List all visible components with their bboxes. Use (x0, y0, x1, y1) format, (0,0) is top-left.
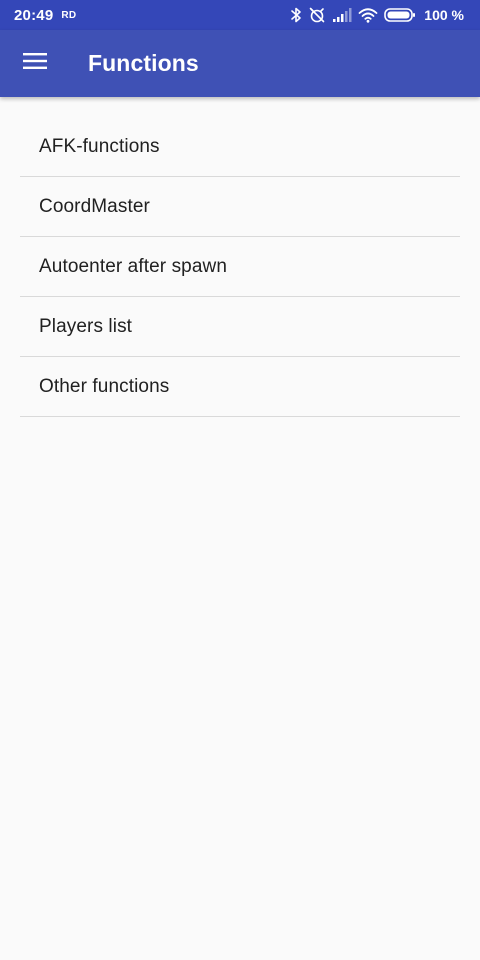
list-item-afk-functions[interactable]: AFK-functions (20, 117, 460, 177)
list-item-players-list[interactable]: Players list (20, 297, 460, 357)
status-time: 20:49 (14, 6, 54, 24)
status-badge: RD (61, 10, 77, 21)
signal-icon (332, 8, 352, 22)
list-item-coordmaster[interactable]: CoordMaster (20, 177, 460, 237)
battery-percent: 100 % (424, 7, 464, 23)
app-bar: Functions (0, 30, 480, 97)
list-item-label: Autoenter after spawn (39, 255, 227, 277)
status-bar: 20:49 RD 100 % (0, 0, 480, 30)
alarm-off-icon (308, 6, 326, 24)
app-screen: 20:49 RD 100 % Functions AFK-functions C… (0, 0, 480, 960)
status-left: 20:49 RD (14, 7, 76, 24)
list-item-label: CoordMaster (39, 195, 150, 217)
bluetooth-icon (290, 7, 302, 23)
page-title: Functions (88, 50, 199, 76)
hamburger-menu-icon (23, 52, 47, 75)
menu-button[interactable] (7, 36, 63, 92)
status-icons: 100 % (290, 6, 464, 24)
list-item-autoenter-after-spawn[interactable]: Autoenter after spawn (20, 237, 460, 297)
wifi-icon (358, 7, 378, 23)
list-item-label: AFK-functions (39, 135, 160, 157)
list-item-label: Other functions (39, 375, 170, 397)
list-item-other-functions[interactable]: Other functions (20, 357, 460, 417)
battery-icon (384, 7, 416, 23)
functions-list: AFK-functions CoordMaster Autoenter afte… (20, 117, 460, 417)
list-item-label: Players list (39, 315, 133, 337)
